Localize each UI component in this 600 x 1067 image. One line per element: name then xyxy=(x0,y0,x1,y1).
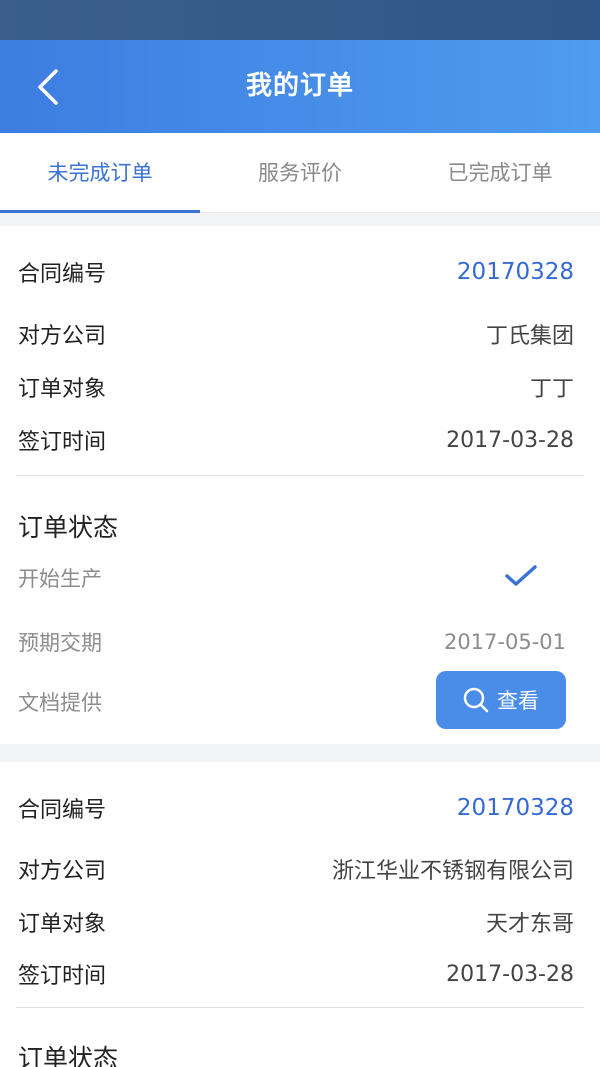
object-value: 丁丁 xyxy=(529,377,574,402)
tab-finished-orders[interactable]: 已完成订单 xyxy=(400,133,600,212)
delivery-value: 2017-05-01 xyxy=(443,630,566,654)
docs-label: 文档提供 xyxy=(18,691,102,715)
production-row: 开始生产 xyxy=(18,563,574,593)
delivery-label: 预期交期 xyxy=(18,631,102,655)
view-button-label: 查看 xyxy=(497,689,539,713)
sign-date-row: 签订时间 2017-03-28 xyxy=(18,958,574,990)
order-card[interactable]: 合同编号 20170328 对方公司 丁氏集团 订单对象 丁丁 签订时间 201… xyxy=(0,226,600,744)
object-row: 订单对象 丁丁 xyxy=(18,371,574,403)
sign-date-value: 2017-03-28 xyxy=(446,961,574,987)
object-label: 订单对象 xyxy=(18,912,107,937)
order-status-title: 订单状态 xyxy=(18,513,119,542)
object-value: 天才东哥 xyxy=(485,912,574,937)
sign-date-row: 签订时间 2017-03-28 xyxy=(18,424,574,456)
company-row: 对方公司 丁氏集团 xyxy=(18,318,574,350)
company-value: 浙江华业不锈钢有限公司 xyxy=(331,859,574,884)
production-label: 开始生产 xyxy=(18,567,102,591)
divider xyxy=(16,1007,584,1008)
sign-date-label: 签订时间 xyxy=(18,964,107,989)
object-row: 订单对象 天才东哥 xyxy=(18,906,574,938)
sign-date-value: 2017-03-28 xyxy=(446,427,574,453)
sign-date-label: 签订时间 xyxy=(18,430,107,455)
tab-service-review[interactable]: 服务评价 xyxy=(200,133,400,212)
contract-number: 20170328 xyxy=(456,795,574,821)
check-icon xyxy=(505,565,537,586)
app-bar: 我的订单 xyxy=(0,40,600,133)
order-tabs: 未完成订单 服务评价 已完成订单 xyxy=(0,133,600,213)
divider xyxy=(16,475,584,476)
contract-row: 合同编号 20170328 xyxy=(18,792,574,824)
order-card[interactable]: 合同编号 20170328 对方公司 浙江华业不锈钢有限公司 订单对象 天才东哥… xyxy=(0,762,600,1067)
view-button[interactable]: 查看 xyxy=(436,671,566,729)
page-title: 我的订单 xyxy=(245,71,354,101)
company-row: 对方公司 浙江华业不锈钢有限公司 xyxy=(18,853,574,885)
company-label: 对方公司 xyxy=(18,324,107,349)
order-status-title: 订单状态 xyxy=(18,1044,119,1067)
contract-number: 20170328 xyxy=(456,259,574,285)
contract-label: 合同编号 xyxy=(18,798,107,823)
status-bar xyxy=(0,0,600,40)
company-label: 对方公司 xyxy=(18,859,107,884)
tab-unfinished-orders[interactable]: 未完成订单 xyxy=(0,133,200,213)
delivery-row: 预期交期 2017-05-01 xyxy=(18,627,566,657)
company-value: 丁氏集团 xyxy=(485,324,574,349)
contract-row: 合同编号 20170328 xyxy=(18,256,574,288)
search-icon xyxy=(463,687,489,713)
object-label: 订单对象 xyxy=(18,377,107,402)
contract-label: 合同编号 xyxy=(18,262,107,287)
